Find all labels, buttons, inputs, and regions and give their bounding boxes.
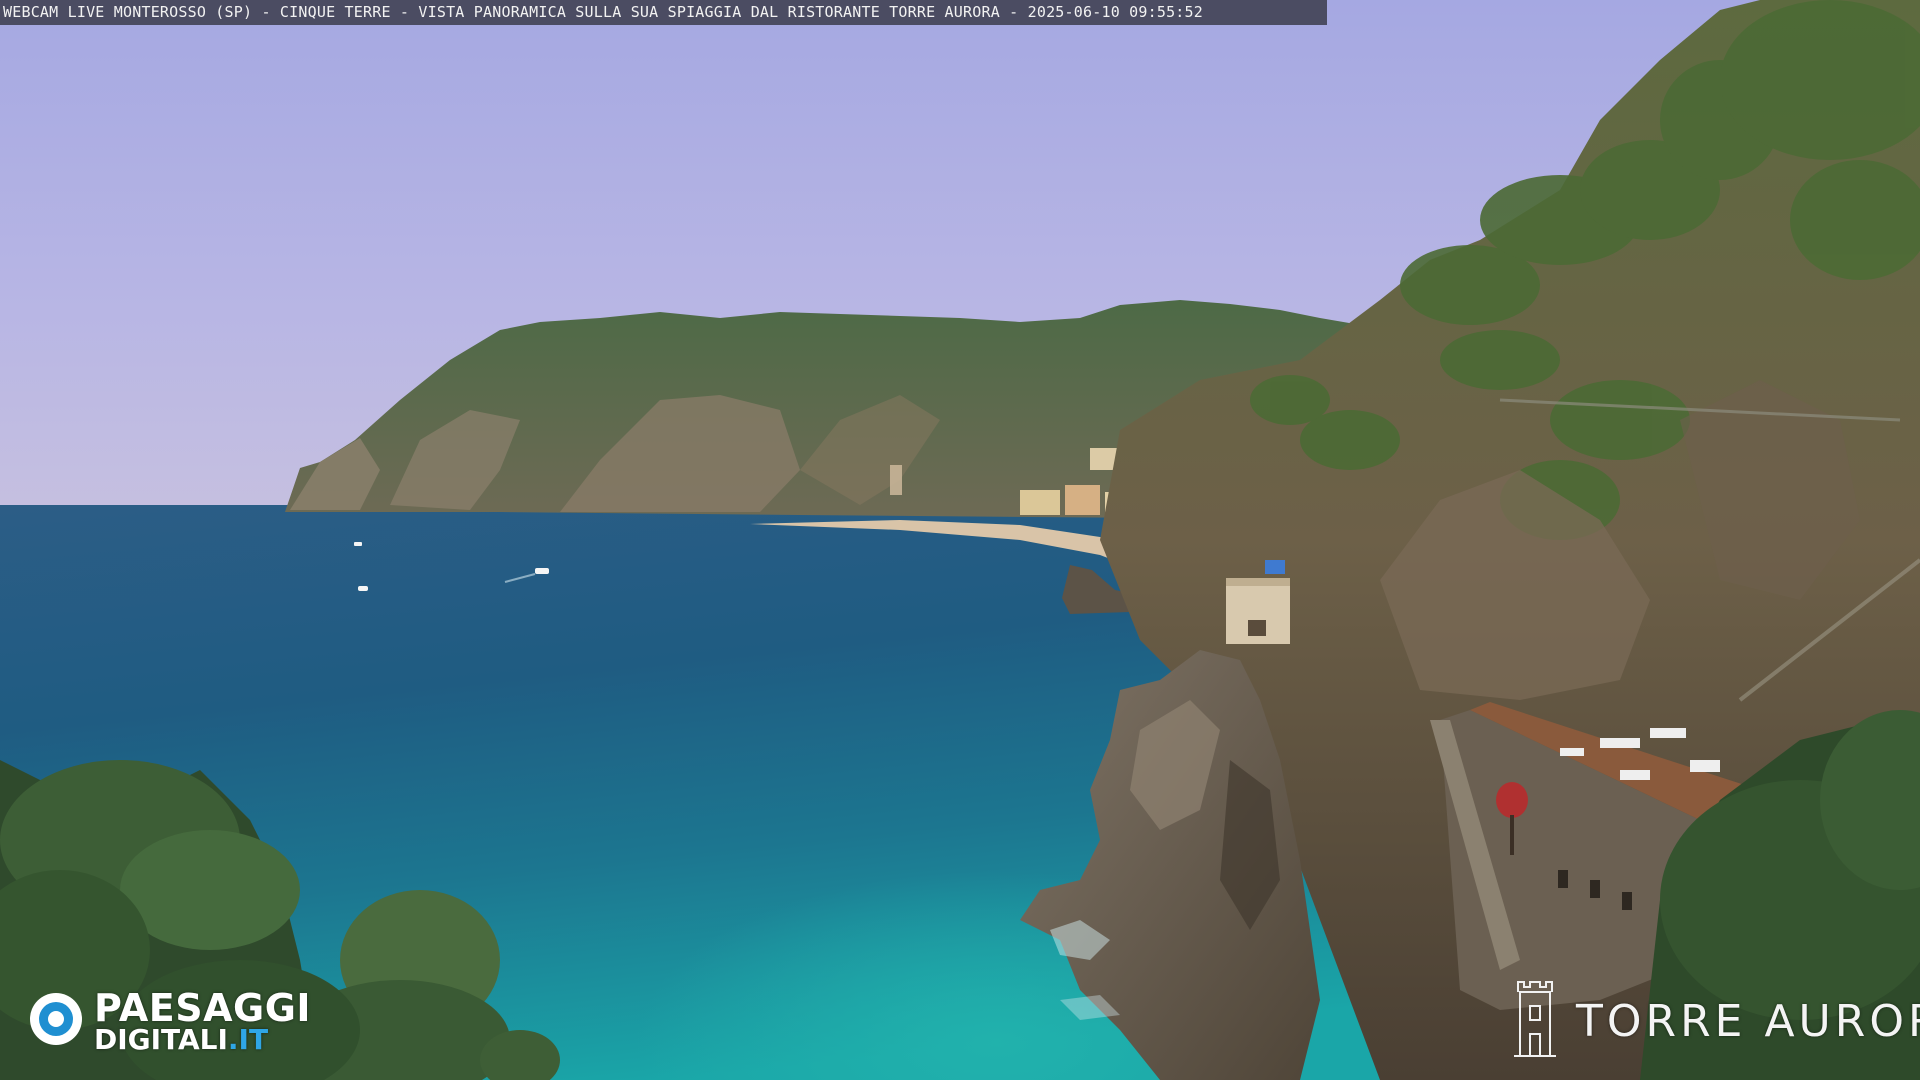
logo-line-2-accent: .IT [227,1023,269,1056]
panorama-scene [0,0,1920,1080]
torre-aurora-text: TORRE AURORA [1576,996,1920,1047]
torre-aurora-logo: TORRE AURORA [1510,978,1920,1058]
webcam-caption: WEBCAM LIVE MONTEROSSO (SP) - CINQUE TER… [0,0,1327,25]
paesaggi-digitali-logo: PAESAGGI DIGITALI.IT [28,988,338,1058]
logo-line-2-main: DIGITALI [94,1023,228,1056]
tower-icon [1514,981,1556,1057]
logo-line-2: DIGITALI.IT [94,1024,268,1056]
eye-logo-icon [30,993,82,1045]
webcam-view: WEBCAM LIVE MONTEROSSO (SP) - CINQUE TER… [0,0,1920,1080]
logo-line-1: PAESAGGI [94,986,312,1030]
